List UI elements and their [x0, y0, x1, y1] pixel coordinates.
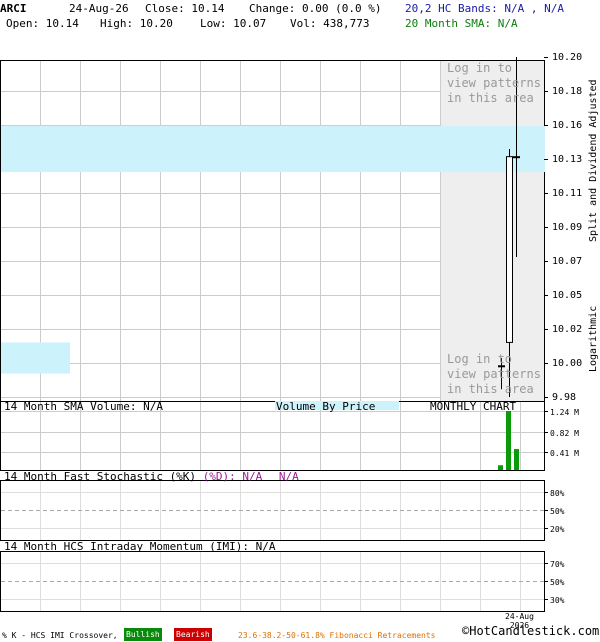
y-tick-label: 9.98 — [552, 392, 577, 403]
monthly-chart-label: MONTHLY CHART — [430, 400, 517, 413]
volume-bar — [498, 465, 503, 470]
imi-label: 14 Month HCS Intraday Momentum (IMI): N/… — [4, 540, 276, 553]
imi-panel — [0, 551, 548, 612]
y-tick-label: 10.20 — [552, 52, 583, 63]
price-panel — [0, 57, 548, 402]
scale-label: Logarithmic — [588, 305, 599, 372]
pattern-area — [441, 61, 544, 401]
hc-band — [1, 125, 545, 173]
hc-band — [1, 342, 70, 374]
y-tick-label: 10.18 — [552, 86, 583, 97]
volume-by-price-label: Volume By Price — [276, 400, 376, 413]
crossover-legend: % K - HCS IMI Crossover, — [2, 631, 118, 640]
y-tick-label: 10.09 — [552, 222, 583, 233]
y-tick-label: 10.02 — [552, 324, 583, 335]
level-tick-label: 20% — [550, 525, 565, 534]
volume-tick-label: 0.82 M — [550, 429, 579, 438]
bearish-badge: Bearish — [174, 628, 212, 641]
y-tick-label: 10.13 — [552, 154, 583, 165]
level-tick-label: 80% — [550, 489, 565, 498]
stochastic-panel — [0, 480, 548, 541]
y-tick-label: 10.11 — [552, 188, 583, 199]
candle-body — [513, 156, 520, 159]
fibonacci-legend: 23.6-38.2-50-61.8% Fibonacci Retracement… — [238, 631, 436, 640]
volume-tick-label: 1.24 M — [550, 408, 579, 417]
volume-bar — [514, 449, 519, 470]
level-tick-label: 70% — [550, 560, 565, 569]
candle-body — [506, 156, 513, 343]
level-tick-label: 30% — [550, 596, 565, 605]
pattern-notice-bottom[interactable]: Log in to view patterns in this area — [447, 352, 543, 397]
stochastic-d-label: (%D): N/A — [202, 470, 263, 483]
stochastic-label: 14 Month Fast Stochastic (%K) (%D): N/A … — [4, 470, 299, 483]
pattern-notice-top[interactable]: Log in to view patterns in this area — [447, 61, 543, 106]
y-tick-label: 10.05 — [552, 290, 583, 301]
level-tick-label: 50% — [550, 507, 565, 516]
y-tick-label: 10.16 — [552, 120, 583, 131]
volume-bar — [506, 411, 511, 470]
brand-logo[interactable]: ©HotCandlestick.com — [462, 625, 599, 638]
x-axis-date-line1: 24-Aug — [505, 612, 534, 621]
y-tick-label: 10.00 — [552, 358, 583, 369]
volume-sma-label: 14 Month SMA Volume: N/A — [4, 400, 163, 413]
bullish-badge: Bullish — [124, 628, 162, 641]
stochastic-k-label: 14 Month Fast Stochastic (%K) — [4, 470, 197, 483]
stochastic-d-value: N/A — [278, 470, 299, 483]
volume-tick-label: 0.41 M — [550, 449, 579, 458]
y-tick-label: 10.07 — [552, 256, 583, 267]
adjusted-label: Split and Dividend Adjusted — [588, 79, 599, 242]
level-tick-label: 50% — [550, 578, 565, 587]
